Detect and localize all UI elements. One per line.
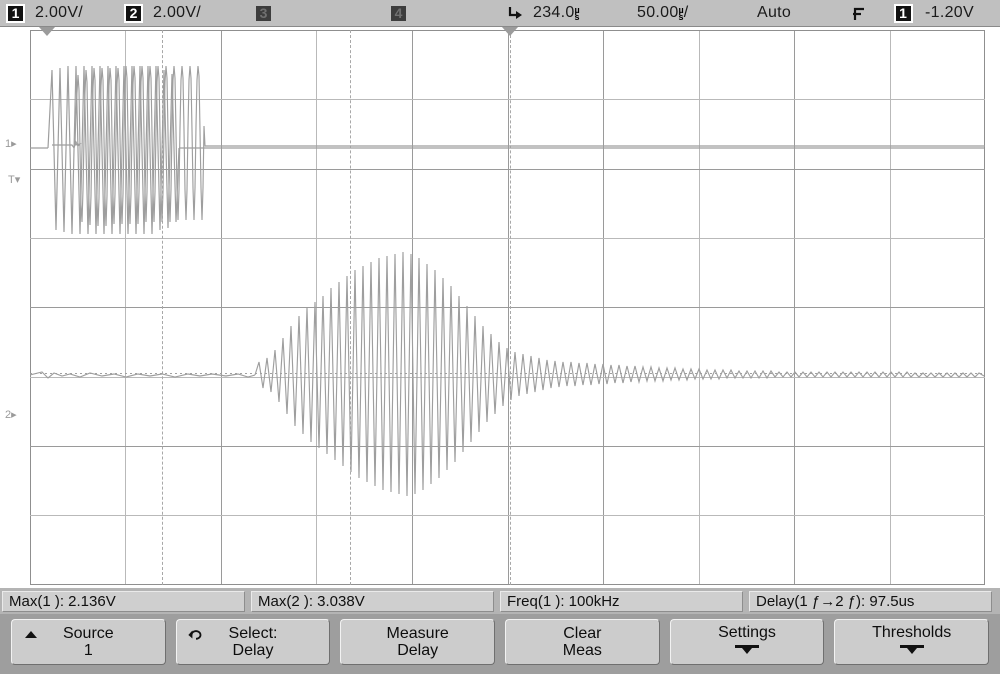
ch1-position-marker xyxy=(39,27,55,36)
arrow-down-icon xyxy=(895,642,929,660)
channel-2-slot[interactable]: 2 2.00V/ xyxy=(124,3,254,23)
measure-button-value: Delay xyxy=(397,642,439,659)
horizontal-delay-unit: µ s xyxy=(574,4,580,22)
channel-4-indicator[interactable]: 4 xyxy=(389,3,408,23)
select-button-label: Select: xyxy=(228,624,278,642)
channel-2-indicator[interactable]: 2 xyxy=(124,3,143,23)
clear-meas-button[interactable]: Clear Meas xyxy=(505,619,660,665)
sweep-mode-value: Auto xyxy=(757,4,792,21)
trigger-level-marker: T▾ xyxy=(8,174,21,186)
rotary-knob-icon xyxy=(187,627,205,641)
rising-edge-icon[interactable] xyxy=(839,4,881,22)
channel-1-slot[interactable]: 1 2.00V/ xyxy=(0,3,124,23)
freq-channel-1[interactable]: Freq(1 ): 100kHz xyxy=(500,590,743,612)
trigger-position-marker xyxy=(502,27,518,36)
sweep-mode-slot[interactable]: Auto xyxy=(757,4,839,22)
thresholds-button[interactable]: Thresholds xyxy=(834,619,990,665)
graticule xyxy=(30,30,985,585)
channel-4-slot[interactable]: 4 xyxy=(389,3,499,23)
channel-2-scale[interactable]: 2.00V/ xyxy=(153,4,201,22)
trigger-source-slot[interactable]: 1 xyxy=(881,3,925,23)
clear-meas-button-label: Clear xyxy=(563,624,602,642)
top-status-bar: 1 2.00V/ 2 2.00V/ 3 4 234.0 µ s 50.00 µ … xyxy=(0,0,1000,27)
trigger-delay-icon xyxy=(499,5,533,21)
measure-button[interactable]: Measure Delay xyxy=(340,619,496,665)
horizontal-delay-slot[interactable]: 234.0 µ s xyxy=(533,4,637,22)
delay-1-to-2[interactable]: Delay(1 ƒ→2 ƒ): 97.5us xyxy=(749,590,992,612)
select-button-value: Delay xyxy=(232,642,274,659)
channel-1-indicator[interactable]: 1 xyxy=(6,3,25,23)
measure-button-label: Measure xyxy=(386,624,449,642)
channel-2-trace xyxy=(30,251,985,497)
settings-button-label: Settings xyxy=(718,623,776,641)
softkey-bar: Source 1 Select: Delay Measure Delay Cle… xyxy=(0,614,1000,674)
max-channel-1[interactable]: Max(1 ): 2.136V xyxy=(2,590,245,612)
triangle-up-icon xyxy=(22,627,40,641)
clear-meas-button-value: Meas xyxy=(562,642,602,659)
trigger-level-slot[interactable]: -1.20V xyxy=(925,4,1000,22)
measurement-bar: Max(1 ): 2.136V Max(2 ): 3.038V Freq(1 )… xyxy=(0,588,1000,614)
max-channel-2[interactable]: Max(2 ): 3.038V xyxy=(251,590,494,612)
oscilloscope-screen: 1 2.00V/ 2 2.00V/ 3 4 234.0 µ s 50.00 µ … xyxy=(0,0,1000,674)
channel-2-ground-marker: 2▸ xyxy=(5,409,17,421)
horizontal-delay-value: 234.0 xyxy=(533,4,575,21)
timebase-unit: µ s xyxy=(678,4,684,22)
arrow-down-icon xyxy=(730,642,764,660)
trigger-level-value: -1.20V xyxy=(925,4,974,21)
timebase-slot[interactable]: 50.00 µ s / xyxy=(637,4,757,22)
source-button[interactable]: Source 1 xyxy=(11,619,166,665)
waveform-display[interactable]: 1▸ T▾ 2▸ xyxy=(0,27,1000,588)
settings-button[interactable]: Settings xyxy=(669,619,825,665)
source-button-value: 1 xyxy=(83,642,93,659)
select-button[interactable]: Select: Delay xyxy=(175,619,331,665)
thresholds-button-label: Thresholds xyxy=(872,623,952,641)
channel-3-indicator[interactable]: 3 xyxy=(254,3,273,23)
channel-1-scale[interactable]: 2.00V/ xyxy=(35,4,83,22)
timebase-value: 50.00 xyxy=(637,4,679,21)
timebase-per-div-slash: / xyxy=(683,4,689,21)
trigger-source-indicator[interactable]: 1 xyxy=(893,3,913,23)
channel-1-ground-marker: 1▸ xyxy=(5,138,17,150)
source-button-label: Source xyxy=(62,624,114,642)
channel-3-slot[interactable]: 3 xyxy=(254,3,389,23)
